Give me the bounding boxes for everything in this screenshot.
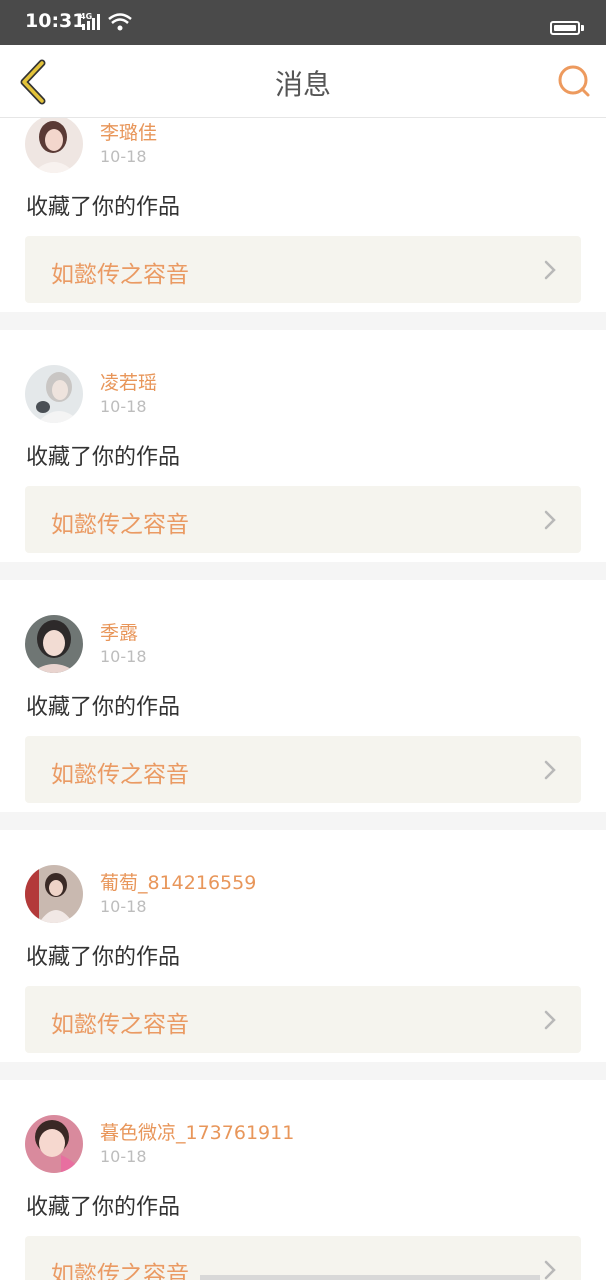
message-date: 10-18 [100, 147, 147, 166]
signal-icon: 4G [80, 10, 132, 36]
battery-icon [550, 21, 580, 35]
avatar[interactable] [25, 365, 83, 423]
message-text: 收藏了你的作品 [26, 1195, 181, 1220]
chevron-right-icon [544, 510, 556, 530]
avatar[interactable] [25, 1115, 83, 1173]
sender-name[interactable]: 凌若瑶 [100, 368, 157, 395]
work-link[interactable]: 如懿传之容音 [25, 1236, 581, 1280]
work-link[interactable]: 如懿传之容音 [25, 236, 581, 303]
message-card: 季露 10-18 收藏了你的作品 如懿传之容音 [0, 580, 606, 812]
work-title: 如懿传之容音 [51, 1262, 189, 1280]
page-title: 消息 [274, 68, 331, 101]
message-date: 10-18 [100, 897, 147, 916]
scroll-indicator [200, 1275, 540, 1280]
message-card: 凌若瑶 10-18 收藏了你的作品 如懿传之容音 [0, 330, 606, 562]
work-title: 如懿传之容音 [51, 262, 189, 288]
chevron-right-icon [544, 1010, 556, 1030]
work-title: 如懿传之容音 [51, 512, 189, 538]
avatar[interactable] [25, 615, 83, 673]
chevron-right-icon [544, 760, 556, 780]
message-date: 10-18 [100, 647, 147, 666]
message-card: 暮色微凉_173761911 10-18 收藏了你的作品 如懿传之容音 [0, 1080, 606, 1280]
sender-name[interactable]: 季露 [100, 618, 138, 645]
app-header: 消息 [0, 45, 606, 118]
chevron-right-icon [544, 260, 556, 280]
message-text: 收藏了你的作品 [26, 945, 181, 970]
sender-name[interactable]: 暮色微凉_173761911 [100, 1118, 294, 1145]
chevron-right-icon [544, 1260, 556, 1280]
message-text: 收藏了你的作品 [26, 445, 181, 470]
sender-name[interactable]: 葡萄_814216559 [100, 868, 256, 895]
message-list[interactable]: 李璐佳 10-18 收藏了你的作品 如懿传之容音 凌若瑶 10-18 收藏了你的… [0, 118, 606, 1280]
status-time: 10:31 [25, 10, 86, 32]
message-text: 收藏了你的作品 [26, 195, 181, 220]
work-link[interactable]: 如懿传之容音 [25, 986, 581, 1053]
work-link[interactable]: 如懿传之容音 [25, 736, 581, 803]
work-title: 如懿传之容音 [51, 1012, 189, 1038]
status-bar: 10:31 4G [0, 0, 606, 45]
battery-tip [581, 25, 584, 31]
message-card: 李璐佳 10-18 收藏了你的作品 如懿传之容音 [0, 118, 606, 312]
avatar[interactable] [25, 865, 83, 923]
search-icon [558, 65, 590, 97]
message-text: 收藏了你的作品 [26, 695, 181, 720]
search-button[interactable] [556, 63, 592, 99]
message-date: 10-18 [100, 1147, 147, 1166]
svg-text:4G: 4G [80, 12, 92, 21]
message-card: 葡萄_814216559 10-18 收藏了你的作品 如懿传之容音 [0, 830, 606, 1062]
work-title: 如懿传之容音 [51, 762, 189, 788]
work-link[interactable]: 如懿传之容音 [25, 486, 581, 553]
sender-name[interactable]: 李璐佳 [100, 118, 157, 145]
message-date: 10-18 [100, 397, 147, 416]
avatar[interactable] [25, 118, 83, 173]
